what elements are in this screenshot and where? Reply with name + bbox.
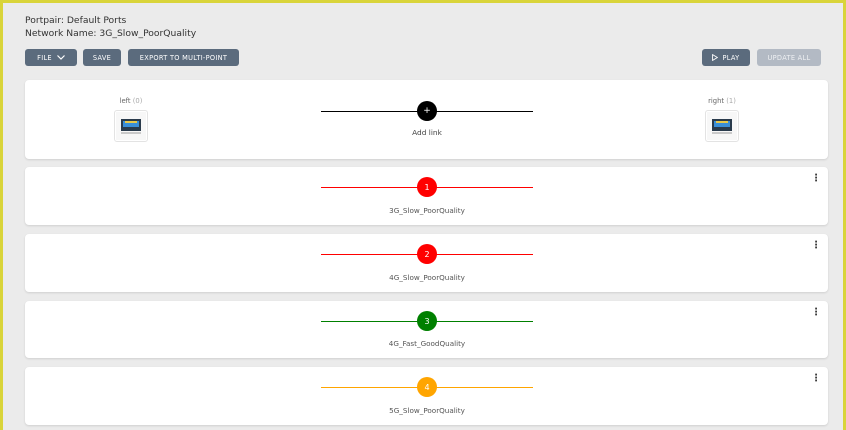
update-all-button[interactable]: UPDATE ALL: [757, 49, 821, 66]
kebab-menu-icon[interactable]: ⋮: [811, 373, 821, 384]
link-card[interactable]: 3 4G_Fast_GoodQuality ⋮: [25, 301, 828, 358]
kebab-menu-icon[interactable]: ⋮: [811, 307, 821, 318]
plus-icon: +: [423, 106, 431, 116]
link-number: 2: [424, 249, 430, 259]
file-button-label: FILE: [37, 53, 52, 62]
link-number-badge[interactable]: 3: [417, 311, 437, 331]
play-icon: [712, 54, 719, 61]
header: Portpair: Default Ports Network Name: 3G…: [25, 15, 196, 40]
export-button-label: EXPORT TO MULTI-POINT: [139, 53, 228, 62]
save-button[interactable]: SAVE: [83, 49, 121, 66]
left-endpoint-name: left: [119, 97, 131, 105]
right-endpoint-label: right (1): [692, 97, 752, 105]
link-number: 1: [424, 182, 430, 192]
chevron-down-icon: [56, 54, 65, 62]
portpair-label: Portpair: Default Ports: [25, 15, 127, 26]
link-card[interactable]: 4 5G_Slow_PoorQuality ⋮: [25, 367, 828, 425]
play-button-label: PLAY: [722, 53, 740, 62]
link-card[interactable]: 1 3G_Slow_PoorQuality ⋮: [25, 167, 828, 225]
save-button-label: SAVE: [92, 53, 112, 62]
right-endpoint-index: (1): [726, 97, 736, 105]
link-name: 4G_Slow_PoorQuality: [389, 273, 465, 282]
file-menu-button[interactable]: FILE: [25, 49, 77, 66]
add-link-label: Add link: [412, 128, 442, 137]
ethernet-port-icon[interactable]: [114, 110, 148, 142]
play-button[interactable]: PLAY: [702, 49, 750, 66]
link-name: 4G_Fast_GoodQuality: [388, 339, 466, 348]
add-link-button[interactable]: +: [417, 101, 437, 121]
link-number-badge[interactable]: 4: [417, 377, 437, 397]
network-name-label: Network Name: 3G_Slow_PoorQuality: [25, 27, 197, 39]
link-card[interactable]: 2 4G_Slow_PoorQuality ⋮: [25, 234, 828, 292]
link-name: 5G_Slow_PoorQuality: [389, 406, 465, 415]
link-number-badge[interactable]: 2: [417, 244, 437, 264]
link-name: 3G_Slow_PoorQuality: [389, 206, 465, 215]
ethernet-port-icon[interactable]: [705, 110, 739, 142]
export-multipoint-button[interactable]: EXPORT TO MULTI-POINT: [128, 49, 239, 66]
link-number-badge[interactable]: 1: [417, 177, 437, 197]
endpoints-card: left (0) + Add link right (1): [25, 80, 828, 159]
right-endpoint-name: right: [708, 97, 725, 105]
link-number: 3: [424, 316, 430, 326]
link-number: 4: [424, 382, 430, 392]
left-endpoint-label: left (0): [101, 97, 161, 105]
kebab-menu-icon[interactable]: ⋮: [811, 240, 821, 251]
update-all-label: UPDATE ALL: [767, 53, 811, 62]
left-endpoint-index: (0): [132, 97, 143, 105]
kebab-menu-icon[interactable]: ⋮: [811, 173, 821, 184]
